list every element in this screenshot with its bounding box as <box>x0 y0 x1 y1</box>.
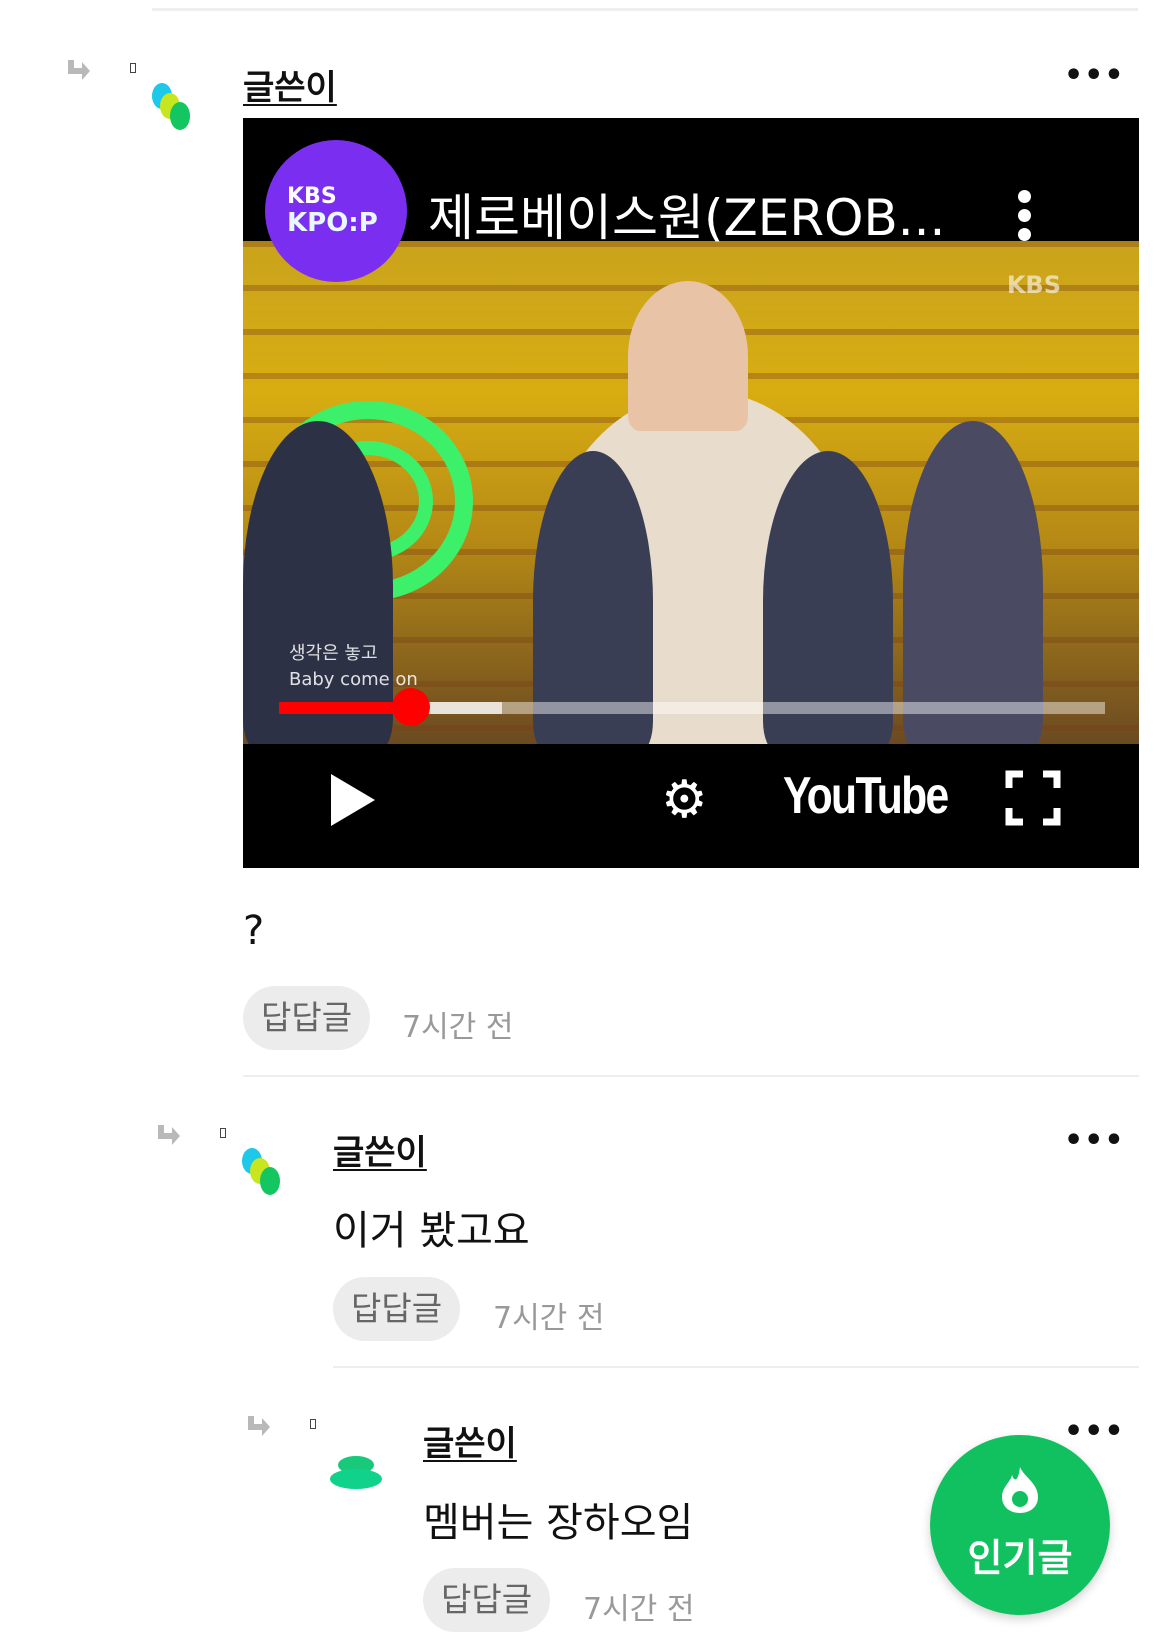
video-dancer <box>903 421 1043 744</box>
comment-divider <box>333 1366 1139 1368</box>
more-options-icon[interactable]: ••• <box>1064 58 1125 93</box>
comment-body: ? <box>243 908 265 954</box>
top-divider <box>152 8 1138 11</box>
caption-line-2: Baby come on <box>289 669 418 690</box>
reply-arrow-icon <box>68 60 90 80</box>
popular-posts-label: 인기글 <box>967 1536 1073 1580</box>
reply-arrow-icon <box>248 1416 270 1436</box>
settings-gear-icon[interactable]: ⚙ <box>661 772 708 828</box>
reply-button[interactable]: 답답글 <box>423 1568 551 1632</box>
avatar-icon[interactable] <box>240 1145 286 1201</box>
timestamp: 7시간 전 <box>583 1592 695 1627</box>
video-frame[interactable]: KBS 생각은 놓고 Baby come on <box>243 241 1139 744</box>
comment-divider <box>243 1075 1139 1077</box>
channel-logo-line-2: KPO:P <box>287 208 378 238</box>
small-box-icon <box>220 1128 226 1138</box>
comment-body: 멤버는 장하오임 <box>423 1500 694 1546</box>
play-icon[interactable] <box>331 774 375 826</box>
comment-body: 이거 봤고요 <box>333 1208 530 1254</box>
progress-scrubber[interactable] <box>392 688 431 726</box>
timestamp: 7시간 전 <box>493 1301 605 1336</box>
reply-button[interactable]: 답답글 <box>333 1277 461 1341</box>
author-name[interactable]: 글쓴이 <box>243 60 337 109</box>
video-performer-jacket <box>533 451 653 744</box>
video-performer-jacket <box>763 451 893 744</box>
youtube-embed[interactable]: KBS 생각은 놓고 Baby come on KBS KPO:P 제로베이스원… <box>243 118 1139 868</box>
flame-icon <box>1002 1467 1038 1513</box>
channel-logo-line-1: KBS <box>287 184 337 209</box>
video-dancer <box>243 421 393 744</box>
avatar-icon[interactable] <box>328 1445 384 1501</box>
youtube-logo[interactable]: YouTube <box>783 766 949 826</box>
video-performer-face <box>628 281 748 431</box>
kbs-watermark: KBS <box>1006 271 1061 299</box>
avatar-icon[interactable] <box>150 80 196 136</box>
popular-posts-button[interactable]: 인기글 <box>930 1435 1110 1615</box>
timestamp: 7시간 전 <box>402 1010 514 1045</box>
author-name[interactable]: 글쓴이 <box>333 1125 427 1174</box>
video-controls: ⚙ YouTube <box>243 744 1139 868</box>
reply-arrow-icon <box>158 1125 180 1145</box>
more-options-icon[interactable]: ••• <box>1064 1123 1125 1158</box>
small-box-icon <box>130 63 136 73</box>
reply-button[interactable]: 답답글 <box>243 986 371 1050</box>
caption-line-1: 생각은 놓고 <box>289 643 378 664</box>
author-name[interactable]: 글쓴이 <box>423 1416 517 1465</box>
small-box-icon <box>310 1419 316 1429</box>
video-title[interactable]: 제로베이스원(ZEROB... <box>428 178 945 250</box>
more-options-icon[interactable]: ••• <box>1064 1414 1125 1449</box>
channel-logo[interactable]: KBS KPO:P <box>265 140 407 282</box>
fullscreen-icon[interactable] <box>1005 770 1061 826</box>
video-menu-icon[interactable] <box>1018 190 1032 244</box>
video-caption: 생각은 놓고 Baby come on <box>289 641 418 693</box>
